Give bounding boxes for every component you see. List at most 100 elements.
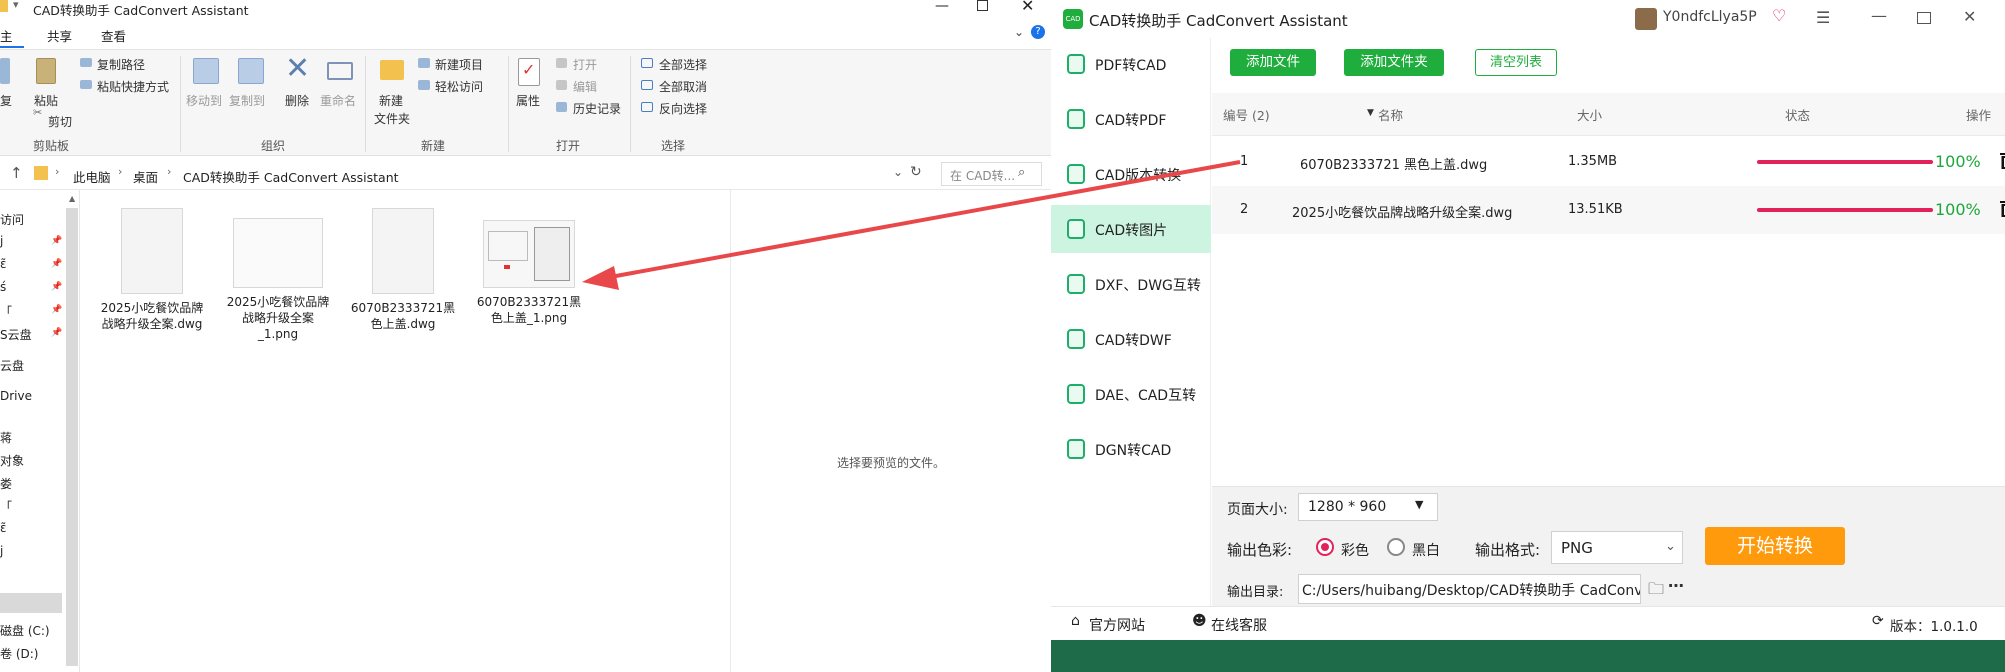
format-label: 输出格式: xyxy=(1475,541,1541,559)
nav-item[interactable]: 对象 xyxy=(0,452,24,469)
close-icon[interactable]: ✕ xyxy=(1021,0,1034,15)
file-item[interactable]: 2025小吃餐饮品牌战略升级全案_1.png xyxy=(225,208,331,342)
sidebar-item-pdf-to-cad[interactable]: PDF转CAD xyxy=(1051,40,1211,88)
sort-icon[interactable]: ▼ xyxy=(1367,108,1374,118)
file-item[interactable]: 6070B2333721黑色上盖.dwg xyxy=(350,208,456,332)
open-folder-icon[interactable]: 🗀 xyxy=(1648,578,1664,605)
bw-option-label[interactable]: 黑白 xyxy=(1412,540,1440,560)
copy-to-button[interactable]: 复制到 xyxy=(229,92,265,109)
move-to-button[interactable]: 移动到 xyxy=(186,92,222,109)
nav-item[interactable]: 「 xyxy=(0,498,12,515)
group-organize: 组织 xyxy=(261,139,286,153)
nav-item[interactable]: ɛ̃ xyxy=(0,521,7,535)
properties-button[interactable]: 属性 xyxy=(516,92,540,109)
add-file-button[interactable]: 添加文件 xyxy=(1230,49,1316,76)
support-link[interactable]: 在线客服 xyxy=(1211,615,1267,635)
trash-icon[interactable] xyxy=(2000,151,2005,169)
pin-label[interactable]: 复制 xyxy=(0,92,12,109)
select-all-button[interactable]: 全部选择 xyxy=(659,56,707,73)
invert-select-button[interactable]: 反向选择 xyxy=(659,100,707,117)
search-icon[interactable]: ⌕ xyxy=(1018,165,1025,180)
sidebar-item-cad-version[interactable]: CAD版本转换 xyxy=(1051,150,1211,198)
nav-item[interactable]: 娄 xyxy=(0,475,12,492)
breadcrumb-folder[interactable]: CAD转换助手 CadConvert Assistant xyxy=(183,167,399,186)
avatar[interactable] xyxy=(1635,8,1657,30)
scissors-icon: ✂ xyxy=(33,106,43,119)
start-convert-button[interactable]: 开始转换 xyxy=(1705,527,1845,565)
select-none-button[interactable]: 全部取消 xyxy=(659,78,707,95)
history-button[interactable]: 历史记录 xyxy=(573,100,621,117)
address-dropdown-icon[interactable]: ⌄ xyxy=(893,165,903,179)
more-icon[interactable]: ⋯ xyxy=(1668,576,1684,595)
maximize-icon[interactable] xyxy=(1917,12,1931,24)
table-row[interactable]: 1 6070B2333721 黑色上盖.dwg 1.35MB 100% xyxy=(1212,138,2005,186)
easy-access-button[interactable]: 轻松访问 xyxy=(435,78,483,95)
nav-item[interactable]: 「 xyxy=(0,303,12,320)
help-icon[interactable]: ? xyxy=(1031,25,1045,39)
nav-item[interactable]: 云盘 xyxy=(0,357,24,374)
new-folder-button[interactable]: 新建 xyxy=(379,92,403,109)
sidebar-item-dgn-to-cad[interactable]: DGN转CAD xyxy=(1051,425,1211,473)
open-button[interactable]: 打开 xyxy=(573,56,597,73)
bw-radio[interactable] xyxy=(1387,538,1405,556)
cut-button[interactable]: 剪切 xyxy=(48,113,72,130)
page-size-select[interactable]: 1280 * 960 ▼ xyxy=(1298,493,1438,521)
scrollbar[interactable] xyxy=(66,208,78,666)
nav-item[interactable]: j xyxy=(0,234,3,248)
maximize-icon[interactable] xyxy=(977,0,988,11)
copy-path-button[interactable]: 复制路径 xyxy=(97,56,145,73)
website-link[interactable]: 官方网站 xyxy=(1089,615,1145,635)
menu-icon[interactable]: ☰ xyxy=(1816,8,1830,27)
nav-item[interactable]: 访问 xyxy=(0,211,24,228)
nav-item[interactable]: 蒋 xyxy=(0,429,12,446)
tab-share[interactable]: 共享 xyxy=(47,26,72,45)
breadcrumb-this-pc[interactable]: 此电脑 xyxy=(73,167,111,186)
clear-list-button[interactable]: 清空列表 xyxy=(1475,49,1557,76)
refresh-icon[interactable]: ⟳ xyxy=(1872,613,1884,629)
trash-icon[interactable] xyxy=(2000,199,2005,217)
format-select[interactable]: PNG ⌄ xyxy=(1551,531,1683,564)
new-item-button[interactable]: 新建项目 xyxy=(435,56,483,73)
rename-button[interactable]: 重命名 xyxy=(320,92,356,109)
delete-button[interactable]: 删除 xyxy=(285,92,309,109)
tab-home[interactable]: 主页 xyxy=(0,26,24,63)
dropdown-icon[interactable]: ▾ xyxy=(13,0,19,11)
minimize-icon[interactable]: — xyxy=(1871,6,1887,25)
nav-item-drive-d[interactable]: 卷 (D:) xyxy=(0,645,38,662)
nav-item[interactable]: ɛ̃ xyxy=(0,257,7,271)
nav-item[interactable]: S云盘 xyxy=(0,326,32,343)
tab-view[interactable]: 查看 xyxy=(101,26,126,45)
file-item[interactable]: 6070B2333721黑色上盖_1.png xyxy=(476,208,582,326)
table-row[interactable]: 2 2025小吃餐饮品牌战略升级全案.dwg 13.51KB 100% xyxy=(1212,186,2005,234)
column-name[interactable]: 名称 xyxy=(1378,105,1403,124)
vip-heart-icon[interactable]: ♡ xyxy=(1772,6,1786,25)
explorer-title: CAD转换助手 CadConvert Assistant xyxy=(33,3,249,18)
refresh-icon[interactable]: ↻ xyxy=(910,164,922,180)
paste-shortcut-button[interactable]: 粘贴快捷方式 xyxy=(97,78,169,95)
up-arrow-icon[interactable]: ↑ xyxy=(10,164,23,182)
color-radio[interactable] xyxy=(1316,538,1334,556)
search-input[interactable]: 在 CAD转... xyxy=(941,162,1042,186)
image-icon xyxy=(1067,219,1085,239)
scroll-up-icon[interactable]: ▲ xyxy=(69,194,75,203)
nav-item[interactable]: ś xyxy=(0,280,6,294)
nav-item[interactable]: j xyxy=(0,544,3,558)
nav-item-drive-c[interactable]: 磁盘 (C:) xyxy=(0,622,50,639)
close-icon[interactable]: ✕ xyxy=(1963,7,1976,26)
sidebar-item-dae-cad[interactable]: DAE、CAD互转 xyxy=(1051,370,1211,418)
breadcrumb-desktop[interactable]: 桌面 xyxy=(133,167,158,186)
sidebar-item-cad-to-dwf[interactable]: CAD转DWF xyxy=(1051,315,1211,363)
chevron-down-icon[interactable]: ⌄ xyxy=(1014,25,1024,39)
user-name[interactable]: Y0ndfcLlya5P xyxy=(1663,9,1757,25)
chevron-down-icon: ⌄ xyxy=(1665,539,1676,554)
file-item[interactable]: 2025小吃餐饮品牌战略升级全案.dwg xyxy=(99,208,205,332)
output-dir-input[interactable]: C:/Users/huibang/Desktop/CAD转换助手 CadConv… xyxy=(1298,574,1641,604)
color-option-label[interactable]: 彩色 xyxy=(1341,540,1369,560)
sidebar-item-dxf-dwg[interactable]: DXF、DWG互转 xyxy=(1051,260,1211,308)
add-folder-button[interactable]: 添加文件夹 xyxy=(1344,49,1444,76)
minimize-icon[interactable]: — xyxy=(935,0,949,14)
nav-item[interactable]: Drive xyxy=(0,389,32,403)
sidebar-item-cad-to-image[interactable]: CAD转图片 xyxy=(1051,205,1211,253)
edit-button[interactable]: 编辑 xyxy=(573,78,597,95)
sidebar-item-cad-to-pdf[interactable]: CAD转PDF xyxy=(1051,95,1211,143)
